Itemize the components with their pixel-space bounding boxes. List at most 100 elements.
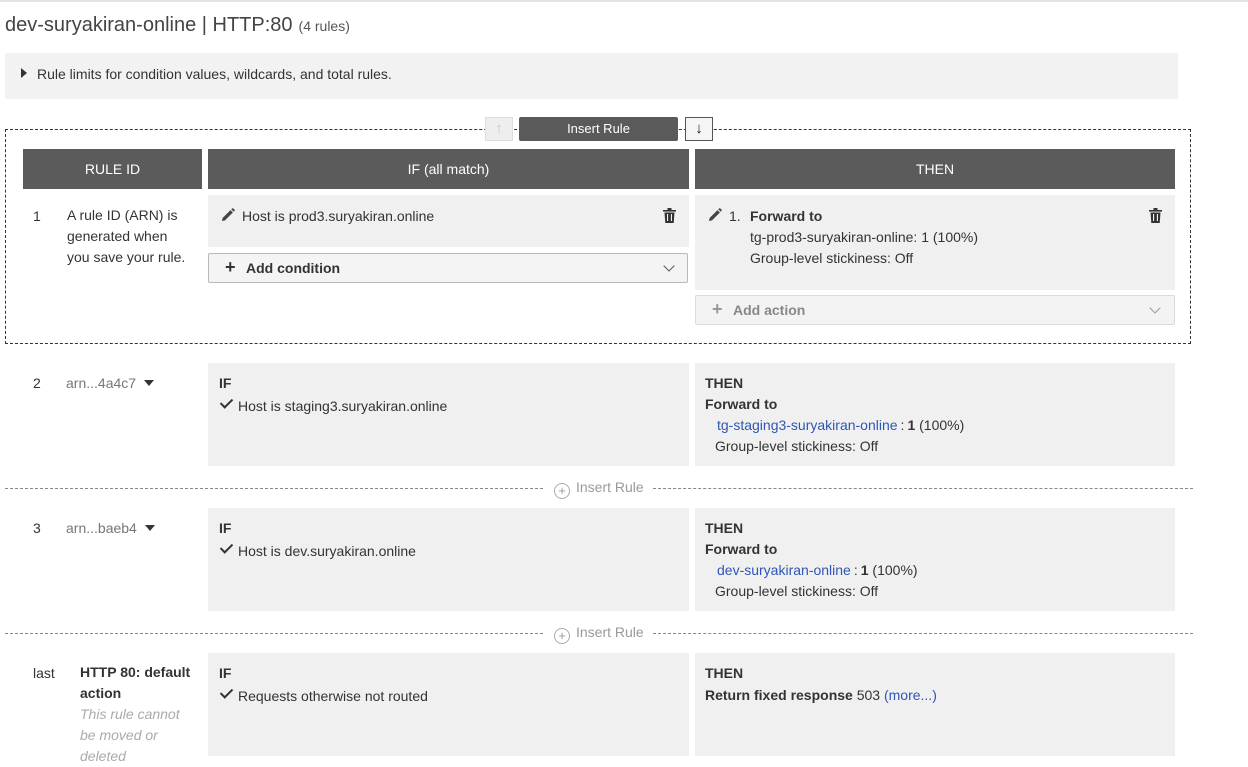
condition-text: Host is staging3.suryakiran.online <box>238 398 448 414</box>
weight: 1 <box>907 417 916 433</box>
column-header-rule-id: RULE ID <box>23 149 202 189</box>
rule-then-panel: THEN Forward to tg-staging3-suryakiran-o… <box>695 363 1175 466</box>
stickiness-text: Group-level stickiness: Off <box>715 438 879 454</box>
insert-rule-button[interactable]: Insert Rule <box>519 117 678 141</box>
add-action-button[interactable]: + Add action <box>695 295 1175 325</box>
rule-limits-expander[interactable]: Rule limits for condition values, wildca… <box>5 53 1178 99</box>
default-rule-info: HTTP 80: default action This rule cannot… <box>80 662 205 767</box>
rule-number: 3 <box>33 520 41 536</box>
condition-text: Host is dev.suryakiran.online <box>238 543 416 559</box>
insert-rule-label: Insert Rule <box>576 479 644 495</box>
if-label: IF <box>219 375 232 391</box>
status-code: 503 <box>856 687 881 703</box>
check-icon <box>219 685 234 699</box>
then-label: THEN <box>705 520 744 536</box>
rule-arn: arn...4a4c7 <box>66 375 137 391</box>
top-border <box>0 0 1248 2</box>
rule-number: 1 <box>33 208 41 224</box>
column-header-if: IF (all match) <box>208 149 689 189</box>
action-title: Forward to <box>705 541 778 557</box>
edit-pencil-icon[interactable] <box>708 208 722 222</box>
plus-icon: + <box>712 299 723 319</box>
insert-rule-label: Insert Rule <box>576 624 644 640</box>
forward-target: dev-suryakiran-online:1 (100%) <box>717 562 918 578</box>
rule-number: last <box>33 665 55 681</box>
plus-circle-icon: + <box>554 628 570 644</box>
add-condition-label: Add condition <box>246 260 341 276</box>
divider <box>5 633 543 634</box>
weight-separator: : <box>853 562 858 578</box>
weight: 1 <box>860 562 869 578</box>
condition-item: Requests otherwise not routed <box>219 685 428 704</box>
plus-circle-icon: + <box>554 483 570 499</box>
check-icon <box>219 540 234 554</box>
then-label: THEN <box>705 665 744 681</box>
edit-pencil-icon[interactable] <box>221 208 235 222</box>
if-label: IF <box>219 665 232 681</box>
action-target: tg-prod3-suryakiran-online: 1 (100%) <box>750 229 978 245</box>
divider <box>5 488 543 489</box>
if-label: IF <box>219 520 232 536</box>
action-index: 1. <box>729 208 741 224</box>
more-link[interactable]: (more...) <box>884 687 937 703</box>
delete-action-trash-icon[interactable] <box>1149 208 1162 223</box>
chevron-down-icon <box>663 260 675 272</box>
forward-target: tg-staging3-suryakiran-online:1 (100%) <box>717 417 964 433</box>
rule-id-note-line: A rule ID (ARN) is <box>67 207 178 223</box>
default-rule-name: action <box>80 685 122 701</box>
rule-limits-label: Rule limits for condition values, wildca… <box>37 66 392 82</box>
insert-rule-link[interactable]: + Insert Rule <box>554 479 644 499</box>
listener-title: dev-suryakiran-online | HTTP:80 <box>5 14 293 36</box>
rule-arn-dropdown[interactable]: arn...4a4c7 <box>66 375 155 391</box>
target-group-link[interactable]: dev-suryakiran-online <box>717 562 851 578</box>
caret-down-icon <box>144 525 155 531</box>
weight-separator: : <box>900 417 905 433</box>
rule-count: (4 rules) <box>298 18 350 34</box>
caret-right-icon <box>21 68 27 78</box>
rule-then-panel: THEN Return fixed response 503 (more...) <box>695 653 1175 756</box>
action-title: Forward to <box>750 208 823 224</box>
default-rule-note: be moved or <box>80 727 158 743</box>
rule-arn: arn...baeb4 <box>66 520 137 536</box>
condition-text: Host is prod3.suryakiran.online <box>242 208 434 224</box>
stickiness-text: Group-level stickiness: Off <box>715 583 879 599</box>
action-stickiness: Group-level stickiness: Off <box>750 250 914 266</box>
rule-id-note: A rule ID (ARN) is generated when you sa… <box>67 205 202 268</box>
condition-item: Host is dev.suryakiran.online <box>219 540 416 559</box>
condition-text: Requests otherwise not routed <box>238 688 428 704</box>
condition-value: prod3.suryakiran.online <box>288 208 435 224</box>
column-header-then: THEN <box>695 149 1175 189</box>
add-action-label: Add action <box>733 302 806 318</box>
rule-id-note-line: generated when <box>67 228 168 244</box>
rule-if-panel: IF Requests otherwise not routed <box>208 653 689 756</box>
rule-arn-dropdown[interactable]: arn...baeb4 <box>66 520 155 536</box>
rule-then-panel: THEN Forward to dev-suryakiran-online:1 … <box>695 508 1175 611</box>
chevron-down-icon <box>1149 302 1161 314</box>
caret-down-icon <box>144 380 155 386</box>
page-title: dev-suryakiran-online | HTTP:80 (4 rules) <box>5 14 350 37</box>
move-up-button[interactable]: ↑ <box>485 117 513 141</box>
add-condition-button[interactable]: + Add condition <box>208 253 688 283</box>
default-rule-name: HTTP 80: default <box>80 664 191 680</box>
rule-id-note-line: you save your rule. <box>67 249 186 265</box>
condition-item: Host is staging3.suryakiran.online <box>219 395 448 414</box>
check-icon <box>219 395 234 409</box>
then-label: THEN <box>705 375 744 391</box>
rule-if-panel: IF Host is staging3.suryakiran.online <box>208 363 689 466</box>
weight-percent: (100%) <box>872 562 918 578</box>
default-rule-note: This rule cannot <box>80 706 180 722</box>
delete-condition-trash-icon[interactable] <box>663 208 676 223</box>
target-group-link[interactable]: tg-staging3-suryakiran-online <box>717 417 898 433</box>
divider <box>653 488 1193 489</box>
plus-icon: + <box>225 257 236 277</box>
action-title: Forward to <box>705 396 778 412</box>
weight-percent: (100%) <box>919 417 965 433</box>
insert-rule-link[interactable]: + Insert Rule <box>554 624 644 644</box>
fixed-response: Return fixed response 503 (more...) <box>705 687 937 703</box>
divider <box>653 633 1193 634</box>
action-title: Return fixed response <box>705 687 853 703</box>
rule-number: 2 <box>33 375 41 391</box>
condition-label: Host is <box>242 208 285 224</box>
rule-if-panel: IF Host is dev.suryakiran.online <box>208 508 689 611</box>
move-down-button[interactable]: ↓ <box>685 117 713 141</box>
